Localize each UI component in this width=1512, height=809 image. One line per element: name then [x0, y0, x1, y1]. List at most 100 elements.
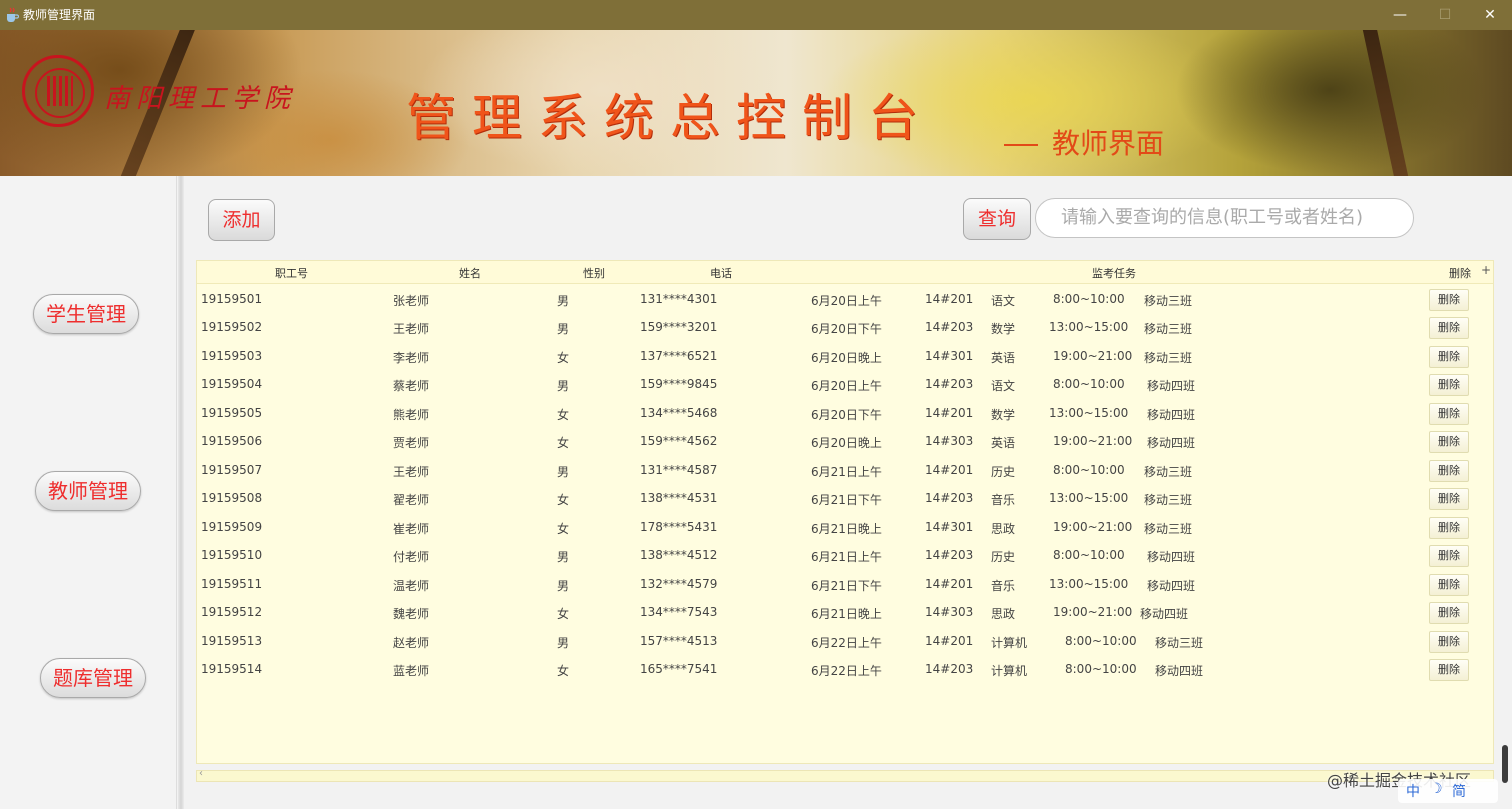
query-button[interactable]: 查询 [963, 198, 1031, 240]
cell-time: 13:00~15:00 [1049, 491, 1129, 505]
cell-time: 8:00~10:00 [1053, 292, 1125, 306]
table-row[interactable]: 19159501 张老师 男 131****4301 6月20日上午 14#201 语文 8:… [197, 285, 1493, 313]
delete-row-button[interactable]: 删除 [1429, 545, 1469, 567]
add-button[interactable]: 添加 [208, 199, 275, 241]
teacher-table: 职工号 姓名 性别 电话 监考任务 删除 + 19159501 张老师男 131**… [196, 260, 1494, 764]
delete-row-button[interactable]: 删除 [1429, 517, 1469, 539]
delete-row-button[interactable]: 删除 [1429, 659, 1469, 681]
minimize-button[interactable]: — [1377, 0, 1423, 30]
cell-room: 14#201 [925, 634, 974, 648]
table-row[interactable]: 19159511 温老师 男 132****4579 6月21日下午 14#201 音乐 13… [197, 570, 1493, 598]
table-row[interactable]: 19159502 王老师 男 159****3201 6月20日下午 14#203 数学 13… [197, 313, 1493, 341]
cell-id: 19159514 [201, 662, 263, 676]
cell-subject: 计算机 [991, 664, 1028, 678]
cell-phone: 134****5468 [640, 406, 718, 420]
banner-title: 管理系统总控制台 [406, 89, 934, 147]
banner-subtitle-text: 教师界面 [1052, 127, 1165, 160]
cell-date: 6月20日上午 [811, 379, 882, 393]
cell-id: 19159509 [201, 520, 263, 534]
cell-room: 14#201 [925, 577, 974, 591]
cell-name: 蔡老师 [393, 379, 430, 393]
header-task[interactable]: 监考任务 [1092, 265, 1136, 281]
delete-row-button[interactable]: 删除 [1429, 346, 1469, 368]
cell-room: 14#203 [925, 377, 974, 391]
cell-date: 6月20日上午 [811, 294, 882, 308]
delete-row-button[interactable]: 删除 [1429, 602, 1469, 624]
table-row[interactable]: 19159507 王老师 男 131****4587 6月21日上午 14#201 历史 8:… [197, 456, 1493, 484]
cell-room: 14#303 [925, 605, 974, 619]
cell-name: 蓝老师 [393, 664, 430, 678]
cell-gender: 男 [557, 294, 570, 308]
header-delete[interactable]: 删除 [1449, 265, 1471, 281]
search-input[interactable]: 请输入要查询的信息(职工号或者姓名) [1035, 198, 1414, 238]
cell-id: 19159508 [201, 491, 263, 505]
cell-time: 8:00~10:00 [1065, 634, 1137, 648]
table-row[interactable]: 19159503 李老师 女 137****6521 6月20日晚上 14#301 英语 19… [197, 342, 1493, 370]
cell-time: 8:00~10:00 [1053, 377, 1125, 391]
horizontal-scrollbar[interactable]: ‹ [196, 768, 1494, 782]
table-row[interactable]: 19159512 魏老师 女 134****7543 6月21日晚上 14#303 思政 19… [197, 598, 1493, 626]
cell-class: 移动三班 [1144, 522, 1193, 536]
cell-date: 6月21日晚上 [811, 607, 882, 621]
cell-name: 王老师 [393, 465, 430, 479]
header-id[interactable]: 职工号 [275, 265, 308, 281]
ime-simplified[interactable]: 简 [1452, 781, 1466, 801]
cell-gender: 男 [557, 636, 570, 650]
cell-gender: 女 [557, 493, 570, 507]
scroll-thumb[interactable] [1502, 745, 1508, 783]
table-row[interactable]: 19159506 贾老师 女 159****4562 6月20日晚上 14#303 英语 19… [197, 427, 1493, 455]
cell-subject: 计算机 [991, 636, 1028, 650]
ime-mode[interactable]: 中 [1406, 781, 1420, 801]
table-row[interactable]: 19159508 翟老师 女 138****4531 6月21日下午 14#203 音乐 13… [197, 484, 1493, 512]
cell-subject: 历史 [991, 550, 1016, 564]
delete-row-button[interactable]: 删除 [1429, 403, 1469, 425]
cell-phone: 178****5431 [640, 520, 718, 534]
cell-room: 14#203 [925, 662, 974, 676]
header-gender[interactable]: 性别 [583, 265, 605, 281]
table-row[interactable]: 19159509 崔老师 女 178****5431 6月21日晚上 14#301 思政 19… [197, 513, 1493, 541]
scroll-left-icon[interactable]: ‹ [199, 768, 203, 779]
header-name[interactable]: 姓名 [459, 265, 481, 281]
delete-row-button[interactable]: 删除 [1429, 289, 1469, 311]
delete-row-button[interactable]: 删除 [1429, 431, 1469, 453]
cell-time: 19:00~21:00 [1053, 520, 1133, 534]
cell-subject: 数学 [991, 322, 1016, 336]
cell-phone: 159****9845 [640, 377, 718, 391]
table-row[interactable]: 19159504 蔡老师 男 159****9845 6月20日上午 14#203 语文 8:… [197, 370, 1493, 398]
sidebar-item-teachers[interactable]: 教师管理 [35, 471, 141, 511]
delete-row-button[interactable]: 删除 [1429, 374, 1469, 396]
delete-row-button[interactable]: 删除 [1429, 317, 1469, 339]
table-row[interactable]: 19159514 蓝老师 女 165****7541 6月22日上午 14#203 计算机 8… [197, 655, 1493, 683]
cell-date: 6月20日晚上 [811, 351, 882, 365]
cell-name: 赵老师 [393, 636, 430, 650]
cell-subject: 语文 [991, 294, 1016, 308]
cell-time: 13:00~15:00 [1049, 406, 1129, 420]
table-row[interactable]: 19159510 付老师 男 138****4512 6月21日上午 14#203 历史 8:… [197, 541, 1493, 569]
cell-phone: 159****4562 [640, 434, 718, 448]
delete-row-button[interactable]: 删除 [1429, 631, 1469, 653]
cell-subject: 思政 [991, 522, 1016, 536]
maximize-button[interactable]: ☐ [1422, 0, 1468, 30]
cell-name: 张老师 [393, 294, 430, 308]
cell-phone: 134****7543 [640, 605, 718, 619]
sidebar-item-students[interactable]: 学生管理 [33, 294, 139, 334]
delete-row-button[interactable]: 删除 [1429, 574, 1469, 596]
table-row[interactable]: 19159505 熊老师 女 134****5468 6月20日下午 14#201 数学 13… [197, 399, 1493, 427]
delete-row-button[interactable]: 删除 [1429, 488, 1469, 510]
ime-indicator[interactable]: 中 ☽ 简 [1398, 779, 1498, 803]
header-phone[interactable]: 电话 [710, 265, 732, 281]
cell-room: 14#203 [925, 491, 974, 505]
cell-id: 19159513 [201, 634, 263, 648]
cell-date: 6月22日上午 [811, 664, 882, 678]
cell-name: 贾老师 [393, 436, 430, 450]
close-button[interactable]: ✕ [1467, 0, 1512, 30]
sidebar-item-question-bank[interactable]: 题库管理 [40, 658, 146, 698]
cell-class: 移动三班 [1144, 294, 1193, 308]
cell-class: 移动四班 [1147, 408, 1196, 422]
table-row[interactable]: 19159513 赵老师 男 157****4513 6月22日上午 14#201 计算机 8… [197, 627, 1493, 655]
cell-date: 6月21日上午 [811, 465, 882, 479]
cell-gender: 女 [557, 607, 570, 621]
delete-row-button[interactable]: 删除 [1429, 460, 1469, 482]
add-column-icon[interactable]: + [1481, 263, 1491, 277]
cell-time: 8:00~10:00 [1065, 662, 1137, 676]
